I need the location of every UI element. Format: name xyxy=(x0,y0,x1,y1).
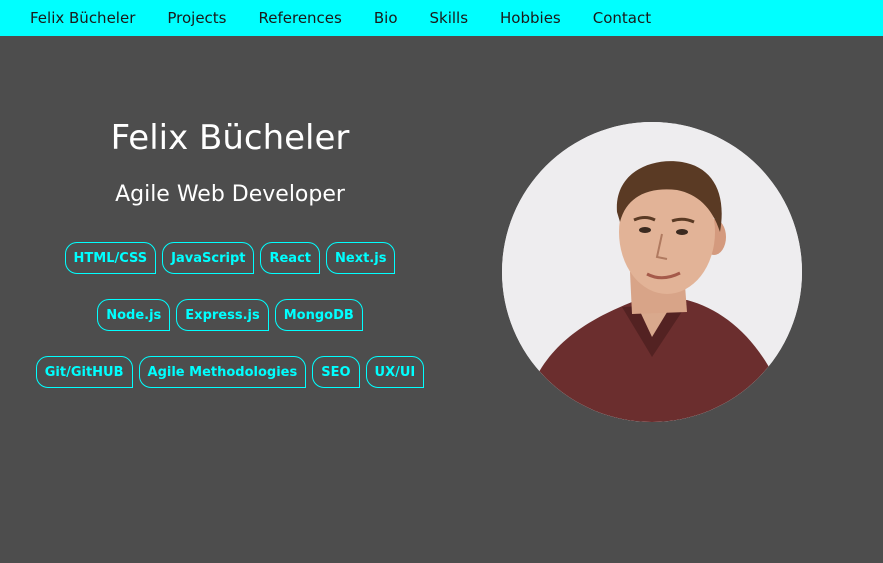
nav-hobbies-link[interactable]: Hobbies xyxy=(484,9,577,27)
skill-badge: Agile Methodologies xyxy=(138,356,307,388)
nav-home-link[interactable]: Felix Bücheler xyxy=(14,9,151,27)
nav-references-link[interactable]: References xyxy=(243,9,358,27)
nav-skills-link[interactable]: Skills xyxy=(414,9,485,27)
top-navbar: Felix Bücheler Projects References Bio S… xyxy=(0,0,883,36)
skill-badge: HTML/CSS xyxy=(64,242,157,274)
skill-row-1: HTML/CSS JavaScript React Next.js xyxy=(0,242,460,274)
skill-row-3: Git/GitHUB Agile Methodologies SEO UX/UI xyxy=(0,356,460,388)
hero-name: Felix Bücheler xyxy=(110,118,350,158)
skill-badge: Node.js xyxy=(97,299,171,331)
profile-photo-illustration xyxy=(502,122,802,422)
hero-role: Agile Web Developer xyxy=(115,182,345,207)
skill-badge: Next.js xyxy=(326,242,396,274)
nav-bio-link[interactable]: Bio xyxy=(358,9,414,27)
nav-contact-link[interactable]: Contact xyxy=(577,9,667,27)
nav-projects-link[interactable]: Projects xyxy=(151,9,242,27)
skill-badge: UX/UI xyxy=(365,356,425,388)
skill-badge: Express.js xyxy=(176,299,269,331)
skill-badge: JavaScript xyxy=(162,242,255,274)
skill-row-2: Node.js Express.js MongoDB xyxy=(0,299,460,331)
skill-badge: MongoDB xyxy=(274,299,363,331)
profile-photo xyxy=(502,122,802,422)
skill-badge: React xyxy=(260,242,321,274)
skill-badge: Git/GitHUB xyxy=(35,356,133,388)
skill-badge: SEO xyxy=(312,356,360,388)
